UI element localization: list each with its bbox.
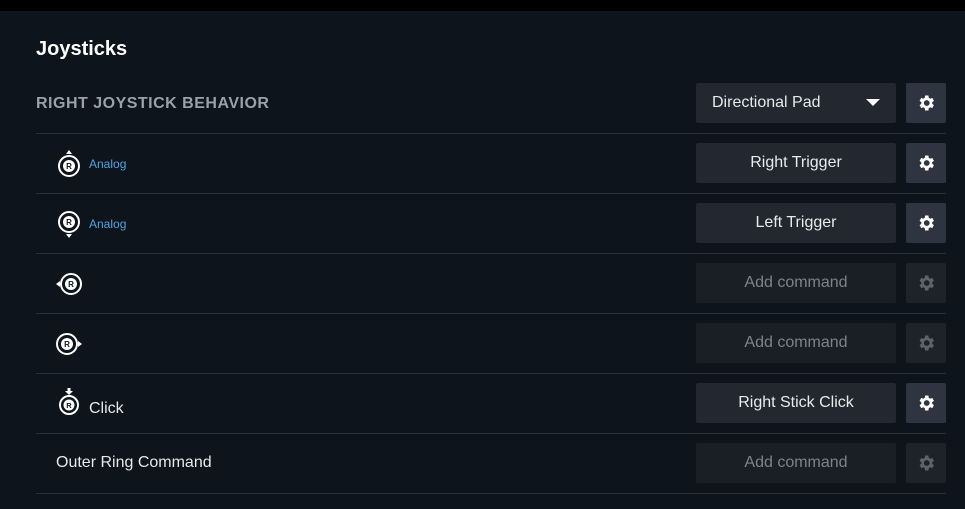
command-button[interactable]: Right Stick Click	[696, 383, 896, 423]
add-command-button[interactable]: Add command	[696, 443, 896, 483]
binding-row-up: R Analog Right Trigger	[36, 134, 946, 194]
gear-icon	[919, 335, 934, 351]
command-button[interactable]: Right Trigger	[696, 143, 896, 183]
right-stick-up-icon: R	[56, 150, 82, 178]
right-stick-left-icon: R	[56, 270, 82, 298]
gear-icon	[919, 395, 934, 411]
command-settings-button[interactable]	[906, 203, 946, 243]
right-stick-down-icon: R	[56, 210, 82, 238]
command-settings-button[interactable]	[906, 263, 946, 303]
binding-row-click: R Click Right Stick Click	[36, 374, 946, 434]
binding-row-down: R Analog Left Trigger	[36, 194, 946, 254]
command-settings-button[interactable]	[906, 143, 946, 183]
behavior-label: RIGHT JOYSTICK BEHAVIOR	[36, 95, 270, 112]
click-label: Click	[89, 400, 124, 417]
right-stick-right-icon: R	[56, 330, 82, 358]
analog-label: Analog	[89, 157, 127, 171]
behavior-settings-button[interactable]	[906, 83, 946, 123]
add-command-button[interactable]: Add command	[696, 323, 896, 363]
svg-text:R: R	[66, 162, 72, 171]
analog-label: Analog	[89, 217, 127, 231]
chevron-down-icon	[866, 99, 880, 106]
gear-icon	[919, 275, 934, 291]
gear-icon	[919, 155, 934, 171]
right-stick-click-icon: R	[56, 388, 82, 416]
behavior-dropdown-value: Directional Pad	[712, 94, 821, 111]
binding-row-right: R Add command	[36, 314, 946, 374]
gear-icon	[919, 455, 934, 471]
top-bar	[0, 0, 965, 11]
behavior-row: RIGHT JOYSTICK BEHAVIOR Directional Pad	[36, 83, 946, 134]
command-button[interactable]: Left Trigger	[696, 203, 896, 243]
outer-ring-label: Outer Ring Command	[56, 454, 212, 471]
svg-text:R: R	[66, 401, 72, 410]
command-settings-button[interactable]	[906, 383, 946, 423]
add-command-button[interactable]: Add command	[696, 263, 896, 303]
binding-row-outer-ring: Outer Ring Command Add command	[36, 434, 946, 494]
svg-text:R: R	[66, 218, 72, 227]
svg-text:R: R	[64, 340, 70, 349]
svg-text:R: R	[68, 280, 74, 289]
joysticks-panel: Joysticks RIGHT JOYSTICK BEHAVIOR Direct…	[0, 11, 965, 509]
page-title: Joysticks	[36, 38, 128, 60]
behavior-dropdown[interactable]: Directional Pad	[696, 83, 896, 123]
gear-icon	[919, 215, 934, 231]
gear-icon	[919, 95, 934, 111]
command-settings-button[interactable]	[906, 443, 946, 483]
binding-row-left: R Add command	[36, 254, 946, 314]
command-settings-button[interactable]	[906, 323, 946, 363]
